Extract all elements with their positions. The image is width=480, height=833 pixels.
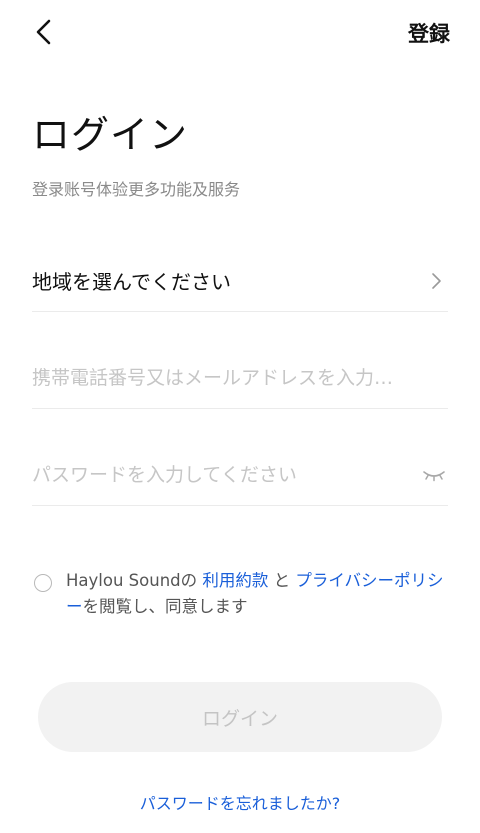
region-label: 地域を選んでください	[32, 270, 231, 294]
agreement-suffix: を閲覧し、同意します	[82, 597, 248, 616]
page-title: ログイン	[32, 113, 189, 157]
toggle-password-visibility-button[interactable]	[420, 461, 448, 489]
login-button[interactable]: ログイン	[38, 682, 442, 752]
eye-closed-icon	[423, 470, 445, 481]
back-button[interactable]	[28, 16, 60, 48]
password-input[interactable]	[32, 463, 420, 486]
agreement-prefix: Haylou Soundの	[66, 571, 203, 590]
top-bar: 登録	[0, 0, 480, 66]
region-selector[interactable]: 地域を選んでください	[32, 250, 448, 312]
password-field-row	[32, 444, 448, 506]
phone-email-input[interactable]	[32, 366, 448, 389]
agreement-conjunction: と	[268, 571, 296, 590]
agreement-text: Haylou Soundの 利用約款 と プライバシーポリシーを閲覧し、同意しま…	[66, 568, 444, 620]
phone-email-field-row	[32, 347, 448, 409]
login-screen: 登録 ログイン 登录账号体验更多功能及服务 地域を選んでください Haylou …	[0, 0, 480, 833]
chevron-right-icon	[424, 269, 448, 293]
agreement-row: Haylou Soundの 利用約款 と プライバシーポリシーを閲覧し、同意しま…	[34, 568, 444, 620]
chevron-left-icon	[36, 19, 51, 45]
page-subtitle: 登录账号体验更多功能及服务	[32, 180, 241, 199]
terms-link[interactable]: 利用約款	[202, 571, 268, 590]
forgot-password-link[interactable]: パスワードを忘れましたか?	[0, 790, 480, 814]
register-button[interactable]: 登録	[408, 18, 450, 48]
agreement-checkbox[interactable]	[34, 574, 52, 592]
